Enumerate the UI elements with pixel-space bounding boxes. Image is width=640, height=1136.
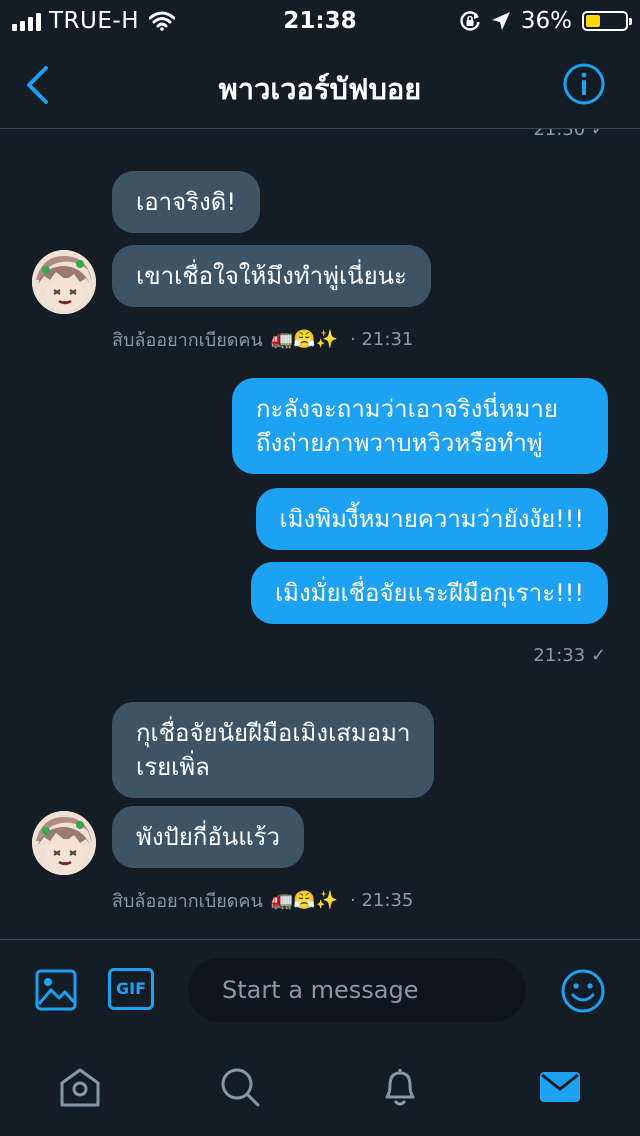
back-button[interactable] <box>20 60 60 110</box>
location-arrow-icon <box>491 12 510 30</box>
carrier-name: TRUE-H <box>49 8 139 34</box>
sender-emojis: 🚛😤✨ <box>270 329 339 350</box>
sender-name: สิบล้ออยากเบียดคน <box>112 330 263 351</box>
message-timestamp: 21:30 ✓ <box>533 129 606 140</box>
status-bar: TRUE-H 21:38 36% <box>0 0 640 42</box>
message-line: ถึงถ่ายภาพวาบหวิวหรือทำพู่ <box>256 429 543 457</box>
image-icon <box>35 969 77 1011</box>
sent-message-bubble[interactable]: กะลังจะถามว่าเอาจริงนี่หมาย ถึงถ่ายภาพวา… <box>232 378 608 474</box>
conversation-title: พาวเวอร์บัฟบอย <box>218 72 422 106</box>
gif-button[interactable]: GIF <box>108 968 154 1010</box>
signal-icon <box>12 11 41 31</box>
message-line: เรยเพิ่ล <box>136 753 210 781</box>
message-input[interactable] <box>188 958 526 1022</box>
avatar[interactable] <box>32 811 96 875</box>
message-timestamp: · 21:35 <box>350 890 414 911</box>
tab-bar <box>0 1041 640 1136</box>
smiley-icon <box>561 969 605 1013</box>
image-button[interactable] <box>34 968 78 1012</box>
emoji-button[interactable] <box>560 968 606 1014</box>
avatar-image <box>32 811 96 875</box>
tab-notifications[interactable] <box>378 1065 422 1109</box>
tab-messages[interactable] <box>538 1065 582 1109</box>
tab-home[interactable] <box>58 1065 102 1109</box>
received-message-bubble[interactable]: เอาจริงดิ! <box>112 171 260 233</box>
battery-percent: 36% <box>520 8 572 34</box>
message-list[interactable]: 21:30 ✓ เอาจริงดิ! เขาเชื่อใจให้มึงทำพู่… <box>0 129 640 939</box>
rotation-lock-icon <box>460 11 480 31</box>
sender-name: สิบล้ออยากเบียดคน <box>112 891 263 912</box>
home-icon <box>60 1068 100 1107</box>
info-icon <box>563 63 605 105</box>
tab-search[interactable] <box>218 1065 262 1109</box>
avatar-image <box>32 250 96 314</box>
message-timestamp: 21:33 ✓ <box>533 645 606 666</box>
dm-conversation-screen: TRUE-H 21:38 36% พาวเวอร์บัฟบอย 21:30 ✓ … <box>0 0 640 1136</box>
search-icon <box>221 1068 260 1107</box>
message-line: กุเชื่อจัยนัยฝีมือเมิงเสมอมา <box>136 719 411 747</box>
conversation-header: พาวเวอร์บัฟบอย <box>0 42 640 129</box>
received-message-bubble[interactable]: เขาเชื่อใจให้มึงทำพู่เนี่ยนะ <box>112 245 431 307</box>
received-message-bubble[interactable]: พังปัยกี่อันแร้ว <box>112 806 305 868</box>
messages-icon <box>540 1072 580 1102</box>
message-meta: สิบล้ออยากเบียดคน 🚛😤✨ · 21:31 <box>112 325 413 354</box>
sent-message-bubble[interactable]: เมิงพิมงี้หมายความว่ายังงัย!!! <box>255 488 608 550</box>
sender-emojis: 🚛😤✨ <box>270 890 339 911</box>
chevron-left-icon <box>27 66 48 104</box>
notifications-icon <box>385 1069 415 1106</box>
message-line: กะลังจะถามว่าเอาจริงนี่หมาย <box>256 395 558 423</box>
wifi-icon <box>149 11 175 31</box>
info-button[interactable] <box>562 62 606 106</box>
battery-icon <box>582 11 632 31</box>
avatar[interactable] <box>32 250 96 314</box>
message-meta: สิบล้ออยากเบียดคน 🚛😤✨ · 21:35 <box>112 886 413 915</box>
message-timestamp: · 21:31 <box>350 329 414 350</box>
message-composer: GIF <box>0 939 640 1041</box>
received-message-bubble[interactable]: กุเชื่อจัยนัยฝีมือเมิงเสมอมา เรยเพิ่ล <box>112 702 435 798</box>
sent-message-bubble[interactable]: เมิงมั่ยเชื่อจัยแระฝีมือกุเราะ!!! <box>250 562 608 624</box>
